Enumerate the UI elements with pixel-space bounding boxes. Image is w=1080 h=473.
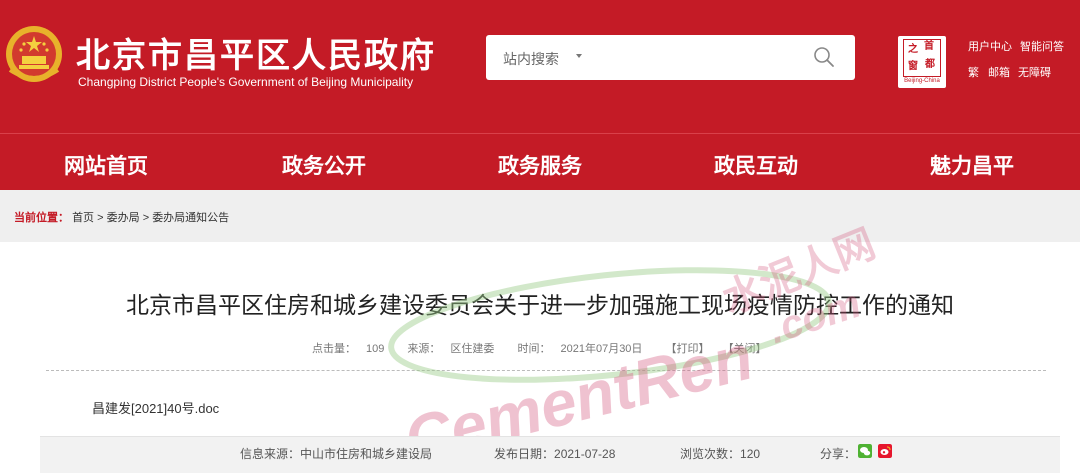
source-value: 区住建委 xyxy=(450,343,495,355)
info-source-value: 中山市住房和城乡建设局 xyxy=(300,447,433,461)
info-source-label: 信息来源： xyxy=(240,447,301,461)
info-source-bar: 信息来源：中山市住房和城乡建设局 发布日期：2021-07-28 浏览次数：12… xyxy=(40,436,1060,473)
traditional-chinese-link[interactable]: 繁 xyxy=(968,64,979,80)
time-label: 时间： xyxy=(517,343,551,355)
caret-down-icon[interactable] xyxy=(576,54,582,58)
nav-item-gov-services[interactable]: 政务服务 xyxy=(498,150,582,180)
wechat-share-icon[interactable] xyxy=(858,444,872,458)
source-meta: 来源： 区住建委 xyxy=(407,343,504,355)
search-scope-select[interactable]: 站内搜索 xyxy=(503,49,559,69)
breadcrumb-item-notices[interactable]: 委办局通知公告 xyxy=(152,212,229,224)
browse-count: 浏览次数：120 xyxy=(680,445,760,462)
close-button[interactable]: 【关闭】 xyxy=(723,343,767,355)
nav-item-gov-affairs-open[interactable]: 政务公开 xyxy=(282,150,366,180)
time-meta: 时间： 2021年07月30日 xyxy=(517,343,652,355)
time-value: 2021年07月30日 xyxy=(560,343,643,355)
main-nav: 网站首页 政务公开 政务服务 政民互动 魅力昌平 xyxy=(0,133,1080,190)
breadcrumb-label: 当前位置： xyxy=(14,212,69,224)
breadcrumb-item-home[interactable]: 首页 xyxy=(72,212,94,224)
breadcrumb-bar: 当前位置： 首页 > 委办局 > 委办局通知公告 xyxy=(0,190,1080,242)
divider xyxy=(46,370,1046,371)
breadcrumb: 当前位置： 首页 > 委办局 > 委办局通知公告 xyxy=(14,209,229,225)
weibo-share-icon[interactable] xyxy=(878,444,892,458)
capital-logo-char: 都 xyxy=(925,59,935,70)
nav-item-interaction[interactable]: 政民互动 xyxy=(714,150,798,180)
nav-item-charm-changping[interactable]: 魅力昌平 xyxy=(930,150,1014,180)
publish-date-value: 2021-07-28 xyxy=(554,447,616,461)
capital-window-logo[interactable]: 之 首 窗 都 Beijing-China xyxy=(898,36,946,88)
share-label: 分享： xyxy=(820,447,857,461)
browse-count-label: 浏览次数： xyxy=(680,447,741,461)
capital-logo-caption: Beijing-China xyxy=(904,78,940,84)
search-box: 站内搜索 xyxy=(486,35,855,80)
publish-date-label: 发布日期： xyxy=(494,447,555,461)
mailbox-link[interactable]: 邮箱 xyxy=(988,64,1010,80)
accessibility-link[interactable]: 无障碍 xyxy=(1018,64,1051,80)
attachment-link[interactable]: 昌建发[2021]40号.doc xyxy=(92,398,219,417)
breadcrumb-separator: > xyxy=(97,212,104,224)
breadcrumb-item-bureaus[interactable]: 委办局 xyxy=(107,212,140,224)
site-subtitle: Changping District People's Government o… xyxy=(78,75,414,89)
national-emblem-icon xyxy=(6,26,62,82)
user-center-link[interactable]: 用户中心 xyxy=(968,38,1012,54)
article-meta: 点击量： 109 来源： 区住建委 时间： 2021年07月30日 【打印】 【关闭】 xyxy=(312,340,777,356)
views-count: 109 xyxy=(366,343,385,355)
site-header: 北京市昌平区人民政府 Changping District People's G… xyxy=(0,0,1080,133)
capital-logo-char: 首 xyxy=(924,41,934,52)
search-icon[interactable] xyxy=(813,46,835,68)
nav-item-home[interactable]: 网站首页 xyxy=(64,150,148,180)
views-label: 点击量： xyxy=(312,343,356,355)
smart-qa-link[interactable]: 智能问答 xyxy=(1020,38,1064,54)
publish-date: 发布日期：2021-07-28 xyxy=(494,445,615,462)
views-meta: 点击量： 109 xyxy=(312,343,394,355)
search-input[interactable] xyxy=(596,43,776,71)
source-label: 来源： xyxy=(407,343,441,355)
breadcrumb-separator: > xyxy=(142,212,150,224)
print-button[interactable]: 【打印】 xyxy=(666,343,710,355)
site-title: 北京市昌平区人民政府 xyxy=(76,37,436,75)
capital-logo-char: 窗 xyxy=(908,61,918,72)
info-source: 信息来源：中山市住房和城乡建设局 xyxy=(240,445,432,462)
capital-logo-char: 之 xyxy=(908,44,918,55)
browse-count-value: 120 xyxy=(740,447,761,461)
article-title: 北京市昌平区住房和城乡建设委员会关于进一步加强施工现场疫情防控工作的通知 xyxy=(126,292,954,318)
